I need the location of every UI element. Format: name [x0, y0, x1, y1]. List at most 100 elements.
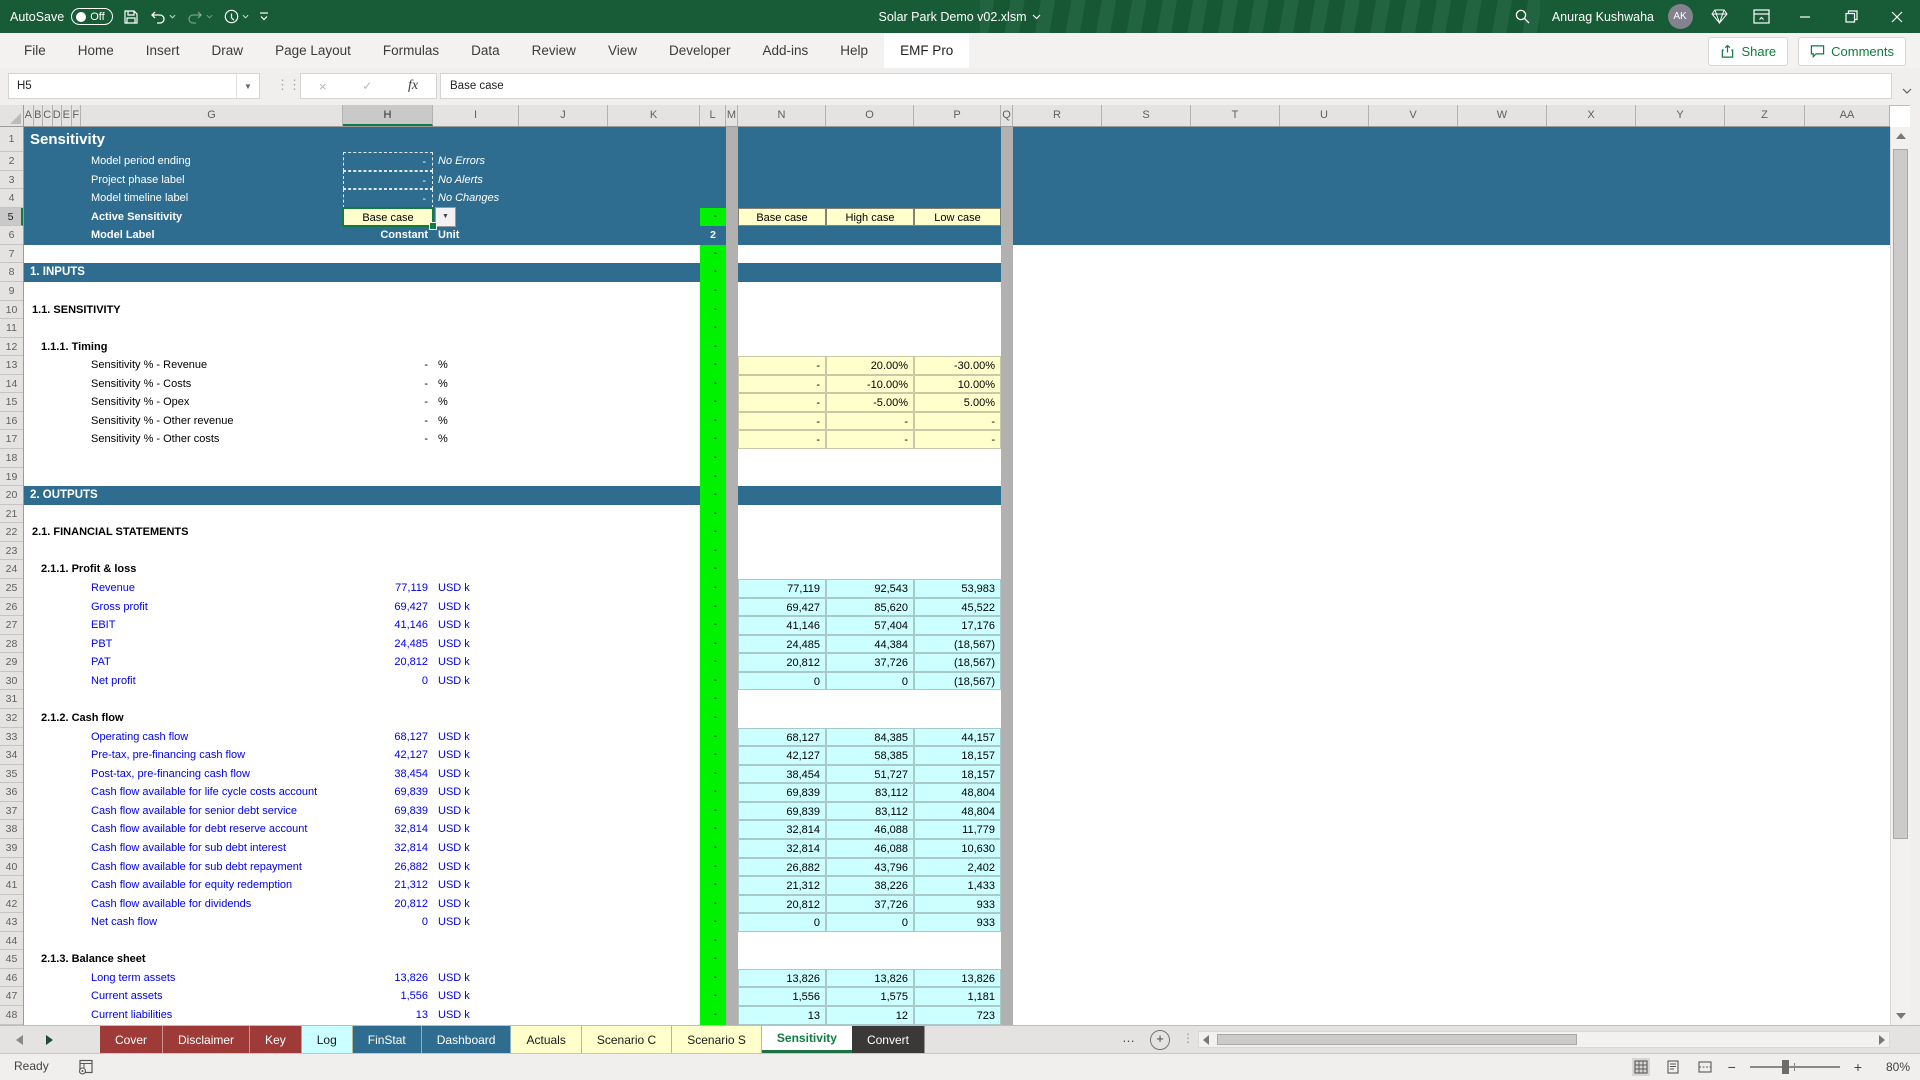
cell-G43[interactable]: Net cash flow: [24, 913, 343, 932]
cell-O16[interactable]: -: [826, 412, 914, 431]
cell-I3[interactable]: No Alerts: [433, 171, 633, 190]
column-header-C[interactable]: C: [43, 105, 53, 126]
row-header-35[interactable]: 35: [0, 765, 23, 784]
row-header-19[interactable]: 19: [0, 468, 23, 487]
cell-N26[interactable]: 69,427: [738, 598, 826, 617]
cell-G40[interactable]: Cash flow available for sub debt repayme…: [24, 858, 343, 877]
cell-G33[interactable]: Operating cash flow: [24, 728, 343, 747]
row-header-37[interactable]: 37: [0, 802, 23, 821]
cell-I13[interactable]: %: [433, 356, 493, 375]
cell-O30[interactable]: 0: [826, 672, 914, 691]
row-header-20[interactable]: 20: [0, 486, 23, 505]
cell-G46[interactable]: Long term assets: [24, 969, 343, 988]
cell-dropdown-icon[interactable]: ▼: [435, 207, 456, 228]
cell-I2[interactable]: No Errors: [433, 152, 633, 171]
cell-O35[interactable]: 51,727: [826, 765, 914, 784]
row-header-48[interactable]: 48: [0, 1006, 23, 1025]
cell-H46[interactable]: 13,826: [343, 969, 433, 988]
row-header-39[interactable]: 39: [0, 839, 23, 858]
cell-I29[interactable]: USD k: [433, 653, 493, 672]
column-header-K[interactable]: K: [608, 105, 700, 126]
cell-L17[interactable]: -: [700, 430, 726, 449]
cell-L26[interactable]: -: [700, 598, 726, 617]
cell-O36[interactable]: 83,112: [826, 783, 914, 802]
zoom-out-button[interactable]: −: [1728, 1059, 1736, 1075]
cell-G22[interactable]: 2.1. FINANCIAL STATEMENTS: [24, 523, 624, 542]
cell-G24[interactable]: 2.1.1. Profit & loss: [24, 560, 624, 579]
cell-P42[interactable]: 933: [914, 895, 1001, 914]
cell-H25[interactable]: 77,119: [343, 579, 433, 598]
cell-N41[interactable]: 21,312: [738, 876, 826, 895]
cell-N15[interactable]: -: [738, 393, 826, 412]
sheet-tab-disclaimer[interactable]: Disclaimer: [163, 1026, 250, 1053]
cell-N13[interactable]: -: [738, 356, 826, 375]
cell-G39[interactable]: Cash flow available for sub debt interes…: [24, 839, 343, 858]
cell-O15[interactable]: -5.00%: [826, 393, 914, 412]
cell-I34[interactable]: USD k: [433, 746, 493, 765]
cell-G28[interactable]: PBT: [24, 635, 343, 654]
cell-O25[interactable]: 92,543: [826, 579, 914, 598]
column-header-L[interactable]: L: [700, 105, 726, 126]
cell-H35[interactable]: 38,454: [343, 765, 433, 784]
row-header-42[interactable]: 42: [0, 895, 23, 914]
cell-H2[interactable]: -: [343, 152, 433, 171]
cell-H33[interactable]: 68,127: [343, 728, 433, 747]
cell-H30[interactable]: 0: [343, 672, 433, 691]
row-header-28[interactable]: 28: [0, 635, 23, 654]
cell-P17[interactable]: -: [914, 430, 1001, 449]
cell-G41[interactable]: Cash flow available for equity redemptio…: [24, 876, 343, 895]
row-header-24[interactable]: 24: [0, 560, 23, 579]
cell-L13[interactable]: -: [700, 356, 726, 375]
cell-O41[interactable]: 38,226: [826, 876, 914, 895]
cell-I38[interactable]: USD k: [433, 820, 493, 839]
cell-O28[interactable]: 44,384: [826, 635, 914, 654]
vertical-scrollbar-thumb[interactable]: [1893, 149, 1908, 839]
column-header-S[interactable]: S: [1102, 105, 1191, 126]
cell-O38[interactable]: 46,088: [826, 820, 914, 839]
zoom-slider-thumb[interactable]: [1782, 1060, 1789, 1074]
column-header-Q[interactable]: Q: [1001, 105, 1013, 126]
cell-I37[interactable]: USD k: [433, 802, 493, 821]
cell-N17[interactable]: -: [738, 430, 826, 449]
cell-O43[interactable]: 0: [826, 913, 914, 932]
cell-L34[interactable]: -: [700, 746, 726, 765]
cell-G12[interactable]: 1.1.1. Timing: [24, 338, 624, 357]
column-header-E[interactable]: E: [62, 105, 72, 126]
column-header-A[interactable]: A: [24, 105, 34, 126]
row-header-47[interactable]: 47: [0, 987, 23, 1006]
row-header-36[interactable]: 36: [0, 783, 23, 802]
row-header-18[interactable]: 18: [0, 449, 23, 468]
cell-L7[interactable]: -: [700, 245, 726, 264]
cell-N34[interactable]: 42,127: [738, 746, 826, 765]
zoom-level[interactable]: 80%: [1876, 1060, 1910, 1074]
cell-O5[interactable]: High case: [826, 208, 914, 227]
cell-G34[interactable]: Pre-tax, pre-financing cash flow: [24, 746, 343, 765]
cell-L37[interactable]: -: [700, 802, 726, 821]
cell-L48[interactable]: -: [700, 1006, 726, 1025]
cell-L33[interactable]: -: [700, 728, 726, 747]
zoom-slider[interactable]: [1750, 1066, 1840, 1068]
cell-G14[interactable]: Sensitivity % - Costs: [24, 375, 343, 394]
row-header-16[interactable]: 16: [0, 412, 23, 431]
cell-P41[interactable]: 1,433: [914, 876, 1001, 895]
row-header-25[interactable]: 25: [0, 579, 23, 598]
sheet-tab-overflow-button[interactable]: …: [1122, 1030, 1135, 1045]
cell-H43[interactable]: 0: [343, 913, 433, 932]
cell-H17[interactable]: -: [343, 430, 433, 449]
cell-L42[interactable]: -: [700, 895, 726, 914]
cell-L9[interactable]: -: [700, 282, 726, 301]
cell-N40[interactable]: 26,882: [738, 858, 826, 877]
cell-L41[interactable]: -: [700, 876, 726, 895]
cell-H26[interactable]: 69,427: [343, 598, 433, 617]
cell-I35[interactable]: USD k: [433, 765, 493, 784]
cell-L30[interactable]: -: [700, 672, 726, 691]
cell-L43[interactable]: -: [700, 913, 726, 932]
cell-G48[interactable]: Current liabilities: [24, 1006, 343, 1025]
cell-H28[interactable]: 24,485: [343, 635, 433, 654]
cell-O17[interactable]: -: [826, 430, 914, 449]
sheet-tab-dashboard[interactable]: Dashboard: [422, 1026, 512, 1053]
cell-O14[interactable]: -10.00%: [826, 375, 914, 394]
column-header-T[interactable]: T: [1191, 105, 1280, 126]
sheet-tab-actuals[interactable]: Actuals: [511, 1026, 581, 1053]
cell-O42[interactable]: 37,726: [826, 895, 914, 914]
